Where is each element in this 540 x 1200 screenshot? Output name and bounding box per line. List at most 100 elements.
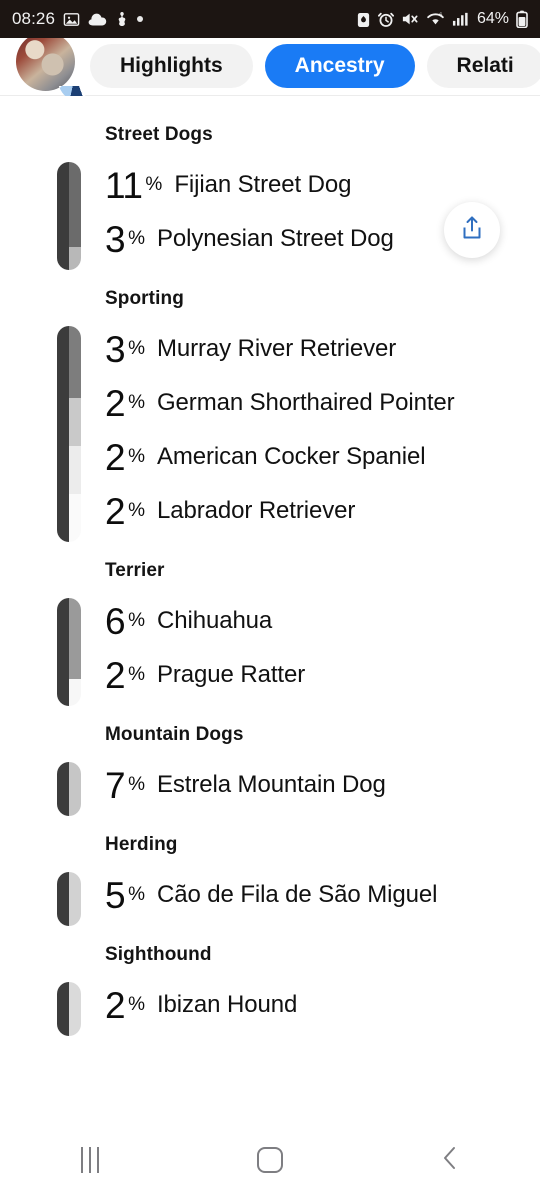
breed-group-body: 7% Estrela Mountain Dog bbox=[0, 758, 540, 816]
back-button[interactable] bbox=[360, 1145, 540, 1176]
svg-text:6: 6 bbox=[439, 13, 442, 19]
breed-group-body: 3% Murray River Retriever 2% German Shortha… bbox=[0, 322, 540, 542]
share-icon bbox=[460, 215, 484, 246]
percent-symbol: % bbox=[128, 446, 145, 467]
group-bar-total bbox=[57, 326, 69, 542]
group-bar-segments bbox=[69, 982, 81, 1036]
recents-icon bbox=[81, 1147, 99, 1173]
group-bar-segments bbox=[69, 872, 81, 926]
tab-relatives[interactable]: Relati bbox=[426, 44, 540, 88]
photo-icon bbox=[63, 11, 80, 28]
breed-percent: 3 bbox=[105, 328, 126, 370]
breed-row[interactable]: 2% American Cocker Spaniel bbox=[105, 430, 540, 484]
percent-symbol: % bbox=[128, 774, 145, 795]
breed-percent: 2 bbox=[105, 382, 126, 424]
breed-name: Chihuahua bbox=[156, 607, 273, 634]
breed-row[interactable]: 3% Murray River Retriever bbox=[105, 322, 540, 376]
breed-name: Cão de Fila de São Miguel bbox=[156, 881, 438, 908]
group-bar-segment bbox=[69, 494, 81, 542]
breed-group-body: 5% Cão de Fila de São Miguel bbox=[0, 868, 540, 926]
status-bar-left: 08:26 bbox=[12, 9, 144, 29]
breed-rows: 3% Murray River Retriever 2% German Shortha… bbox=[105, 322, 540, 538]
breed-name: Labrador Retriever bbox=[156, 497, 356, 524]
percent-symbol: % bbox=[128, 994, 145, 1015]
download-icon bbox=[115, 11, 129, 27]
back-icon bbox=[439, 1145, 461, 1176]
percent-symbol: % bbox=[128, 500, 145, 521]
breed-name: Fijian Street Dog bbox=[174, 171, 352, 198]
signal-icon bbox=[452, 11, 469, 27]
breed-name: Estrela Mountain Dog bbox=[156, 771, 386, 798]
breed-percent: 11 bbox=[105, 164, 143, 206]
breed-row[interactable]: 7% Estrela Mountain Dog bbox=[105, 758, 540, 812]
breed-percent: 3 bbox=[105, 218, 126, 260]
breed-row[interactable]: 6% Chihuahua bbox=[105, 594, 540, 648]
breed-rows: 6% Chihuahua 2% Prague Ratter bbox=[105, 594, 540, 702]
android-nav-bar bbox=[0, 1120, 540, 1200]
percent-symbol: % bbox=[128, 664, 145, 685]
breed-row[interactable]: 5% Cão de Fila de São Miguel bbox=[105, 868, 540, 922]
percent-symbol: % bbox=[128, 392, 145, 413]
percent-symbol: % bbox=[128, 884, 145, 905]
percent-symbol: % bbox=[145, 174, 163, 195]
share-button[interactable] bbox=[444, 202, 500, 258]
group-bar bbox=[57, 982, 81, 1036]
mute-icon bbox=[401, 11, 419, 27]
dot-icon bbox=[137, 16, 144, 22]
breed-group: Sporting 3% Murray River Retriever 2% German… bbox=[0, 288, 540, 542]
breed-group: Terrier 6% Chihuahua 2% Prague Ratter bbox=[0, 560, 540, 706]
breed-group-title: Street Dogs bbox=[105, 124, 213, 145]
breed-group-body: 6% Chihuahua 2% Prague Ratter bbox=[0, 594, 540, 706]
group-bar-segment bbox=[69, 162, 81, 247]
breed-rows: 2% Ibizan Hound bbox=[105, 978, 540, 1032]
tab-highlights[interactable]: Highlights bbox=[90, 44, 253, 88]
breed-percent: 2 bbox=[105, 490, 126, 532]
breed-percent: 7 bbox=[105, 764, 126, 806]
percent-symbol: % bbox=[128, 228, 145, 249]
battery-percent: 64% bbox=[476, 10, 509, 27]
battery-icon bbox=[516, 10, 528, 29]
avatar[interactable] bbox=[16, 38, 75, 91]
group-bar-segments bbox=[69, 162, 81, 270]
status-bar: 08:26 6 64% bbox=[0, 0, 540, 38]
breed-percent: 2 bbox=[105, 436, 126, 478]
breed-group: Mountain Dogs 7% Estrela Mountain Dog bbox=[0, 724, 540, 816]
breed-row[interactable]: 2% German Shorthaired Pointer bbox=[105, 376, 540, 430]
percent-symbol: % bbox=[128, 338, 145, 359]
breed-rows: 5% Cão de Fila de São Miguel bbox=[105, 868, 540, 922]
battery-saver-icon bbox=[356, 11, 371, 28]
group-bar-total bbox=[57, 598, 69, 706]
breed-name: Prague Ratter bbox=[156, 661, 306, 688]
app-root: 08:26 6 64% Highlights Ancestry Relati S… bbox=[0, 0, 540, 1200]
group-bar-segments bbox=[69, 326, 81, 542]
group-bar bbox=[57, 598, 81, 706]
breed-name: German Shorthaired Pointer bbox=[156, 389, 455, 416]
breed-name: Murray River Retriever bbox=[156, 335, 397, 362]
group-bar-segments bbox=[69, 762, 81, 816]
breed-group-title: Terrier bbox=[105, 560, 165, 581]
recents-button[interactable] bbox=[0, 1147, 180, 1173]
group-bar bbox=[57, 762, 81, 816]
home-icon bbox=[257, 1147, 283, 1173]
tab-ancestry[interactable]: Ancestry bbox=[264, 44, 415, 88]
breed-row[interactable]: 2% Labrador Retriever bbox=[105, 484, 540, 538]
breed-row[interactable]: 2% Ibizan Hound bbox=[105, 978, 540, 1032]
group-bar-segment bbox=[69, 872, 81, 926]
breed-percent: 2 bbox=[105, 984, 126, 1026]
group-bar-total bbox=[57, 872, 69, 926]
group-bar-total bbox=[57, 162, 69, 270]
home-button[interactable] bbox=[180, 1147, 360, 1173]
breed-group-title: Sporting bbox=[105, 288, 184, 309]
breed-row[interactable]: 2% Prague Ratter bbox=[105, 648, 540, 702]
group-bar-total bbox=[57, 982, 69, 1036]
group-bar-segment bbox=[69, 446, 81, 494]
cloud-icon bbox=[88, 12, 107, 27]
group-bar bbox=[57, 162, 81, 270]
alarm-icon bbox=[377, 11, 394, 28]
status-bar-right: 6 64% bbox=[356, 10, 528, 29]
breed-group: Herding 5% Cão de Fila de São Miguel bbox=[0, 834, 540, 926]
breed-name: American Cocker Spaniel bbox=[156, 443, 426, 470]
status-time: 08:26 bbox=[12, 9, 56, 28]
tab-list[interactable]: Highlights Ancestry Relati bbox=[90, 44, 540, 88]
breed-rows: 7% Estrela Mountain Dog bbox=[105, 758, 540, 812]
